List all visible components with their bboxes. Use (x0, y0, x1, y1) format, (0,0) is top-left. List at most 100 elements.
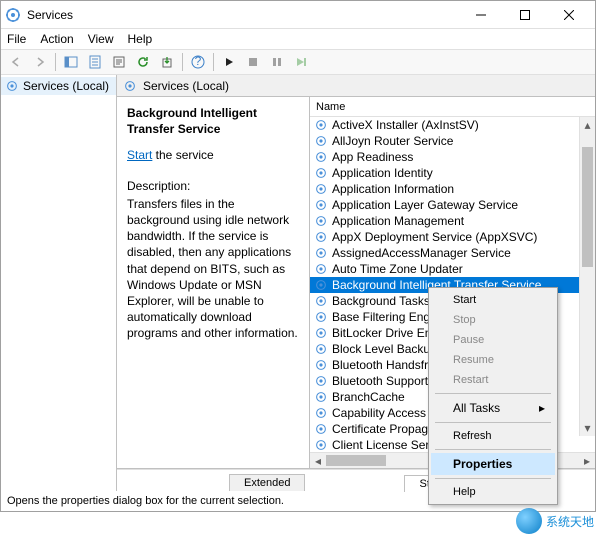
ctx-restart: Restart (431, 370, 555, 390)
column-header-name[interactable]: Name (310, 97, 595, 117)
service-icon (314, 406, 328, 420)
service-name: Application Identity (332, 166, 433, 180)
ctx-separator (435, 422, 551, 423)
service-icon (314, 294, 328, 308)
service-row[interactable]: Application Layer Gateway Service (310, 197, 595, 213)
ctx-refresh[interactable]: Refresh (431, 426, 555, 446)
detail-pane: Background Intelligent Transfer Service … (117, 97, 309, 468)
back-button[interactable] (5, 51, 27, 73)
service-name: Auto Time Zone Updater (332, 262, 463, 276)
service-icon (314, 166, 328, 180)
close-button[interactable] (547, 1, 591, 29)
ctx-stop: Stop (431, 310, 555, 330)
service-row[interactable]: Application Identity (310, 165, 595, 181)
toolbar-separator (213, 53, 214, 71)
tree-root-node[interactable]: Services (Local) (1, 77, 116, 95)
watermark-text: 系统天地 (546, 513, 594, 530)
services-icon (5, 7, 21, 23)
scroll-right-button[interactable]: ▸ (579, 453, 595, 468)
service-row[interactable]: Application Information (310, 181, 595, 197)
ctx-properties[interactable]: Properties (431, 453, 555, 475)
window-title: Services (27, 8, 459, 22)
toolbar-separator (55, 53, 56, 71)
service-name: Application Layer Gateway Service (332, 198, 518, 212)
menu-file[interactable]: File (7, 32, 26, 46)
service-icon (314, 342, 328, 356)
start-suffix: the service (152, 148, 213, 162)
scroll-down-button[interactable]: ▾ (580, 420, 595, 436)
export-button[interactable] (156, 51, 178, 73)
service-row[interactable]: AppX Deployment Service (AppXSVC) (310, 229, 595, 245)
ctx-start[interactable]: Start (431, 290, 555, 310)
menubar: File Action View Help (1, 29, 595, 49)
description-text: Transfers files in the background using … (127, 196, 299, 342)
tree-root-label: Services (Local) (23, 79, 109, 93)
minimize-button[interactable] (459, 1, 503, 29)
tree-pane[interactable]: Services (Local) (1, 75, 117, 491)
hscroll-thumb[interactable] (326, 455, 386, 466)
stop-service-button[interactable] (242, 51, 264, 73)
panel-header-label: Services (Local) (143, 79, 229, 93)
service-icon (314, 134, 328, 148)
ctx-resume: Resume (431, 350, 555, 370)
service-icon (314, 278, 328, 292)
start-service-button[interactable] (218, 51, 240, 73)
restart-service-button[interactable] (290, 51, 312, 73)
toolbar-separator (182, 53, 183, 71)
service-row[interactable]: Application Management (310, 213, 595, 229)
menu-action[interactable]: Action (40, 32, 73, 46)
service-row[interactable]: ActiveX Installer (AxInstSV) (310, 117, 595, 133)
ctx-separator (435, 393, 551, 394)
menu-help[interactable]: Help (128, 32, 153, 46)
help-button[interactable]: ? (187, 51, 209, 73)
service-name: Application Management (332, 214, 464, 228)
ctx-separator (435, 478, 551, 479)
service-icon (314, 390, 328, 404)
service-icon (314, 150, 328, 164)
service-icon (314, 118, 328, 132)
scroll-thumb[interactable] (582, 147, 593, 267)
services-icon (123, 79, 137, 93)
ctx-pause: Pause (431, 330, 555, 350)
service-name: ActiveX Installer (AxInstSV) (332, 118, 479, 132)
start-link[interactable]: Start (127, 148, 152, 162)
service-icon (314, 262, 328, 276)
services-icon (5, 79, 19, 93)
service-icon (314, 214, 328, 228)
toolbar: ? (1, 49, 595, 75)
service-row[interactable]: App Readiness (310, 149, 595, 165)
ctx-help[interactable]: Help (431, 482, 555, 502)
service-icon (314, 198, 328, 212)
service-icon (314, 358, 328, 372)
ctx-all-tasks[interactable]: All Tasks▸ (431, 397, 555, 419)
export-list-button[interactable] (84, 51, 106, 73)
service-action-line: Start the service (127, 147, 299, 163)
pause-service-button[interactable] (266, 51, 288, 73)
service-row[interactable]: Auto Time Zone Updater (310, 261, 595, 277)
maximize-button[interactable] (503, 1, 547, 29)
service-name: AppX Deployment Service (AppXSVC) (332, 230, 537, 244)
chevron-right-icon: ▸ (539, 401, 545, 415)
service-icon (314, 230, 328, 244)
scroll-left-button[interactable]: ◂ (310, 453, 326, 468)
service-row[interactable]: AllJoyn Router Service (310, 133, 595, 149)
watermark: 系统天地 (516, 508, 594, 534)
service-icon (314, 310, 328, 324)
vertical-scrollbar[interactable]: ▴ ▾ (579, 117, 595, 436)
ctx-separator (435, 449, 551, 450)
description-label: Description: (127, 178, 299, 194)
globe-icon (516, 508, 542, 534)
refresh-button[interactable] (132, 51, 154, 73)
service-name: AssignedAccessManager Service (332, 246, 511, 260)
forward-button[interactable] (29, 51, 51, 73)
tab-extended[interactable]: Extended (229, 474, 305, 491)
service-name: Application Information (332, 182, 454, 196)
properties-button[interactable] (108, 51, 130, 73)
service-name: App Readiness (332, 150, 413, 164)
menu-view[interactable]: View (88, 32, 114, 46)
service-icon (314, 182, 328, 196)
scroll-up-button[interactable]: ▴ (580, 117, 595, 133)
service-icon (314, 326, 328, 340)
show-hide-tree-button[interactable] (60, 51, 82, 73)
service-row[interactable]: AssignedAccessManager Service (310, 245, 595, 261)
